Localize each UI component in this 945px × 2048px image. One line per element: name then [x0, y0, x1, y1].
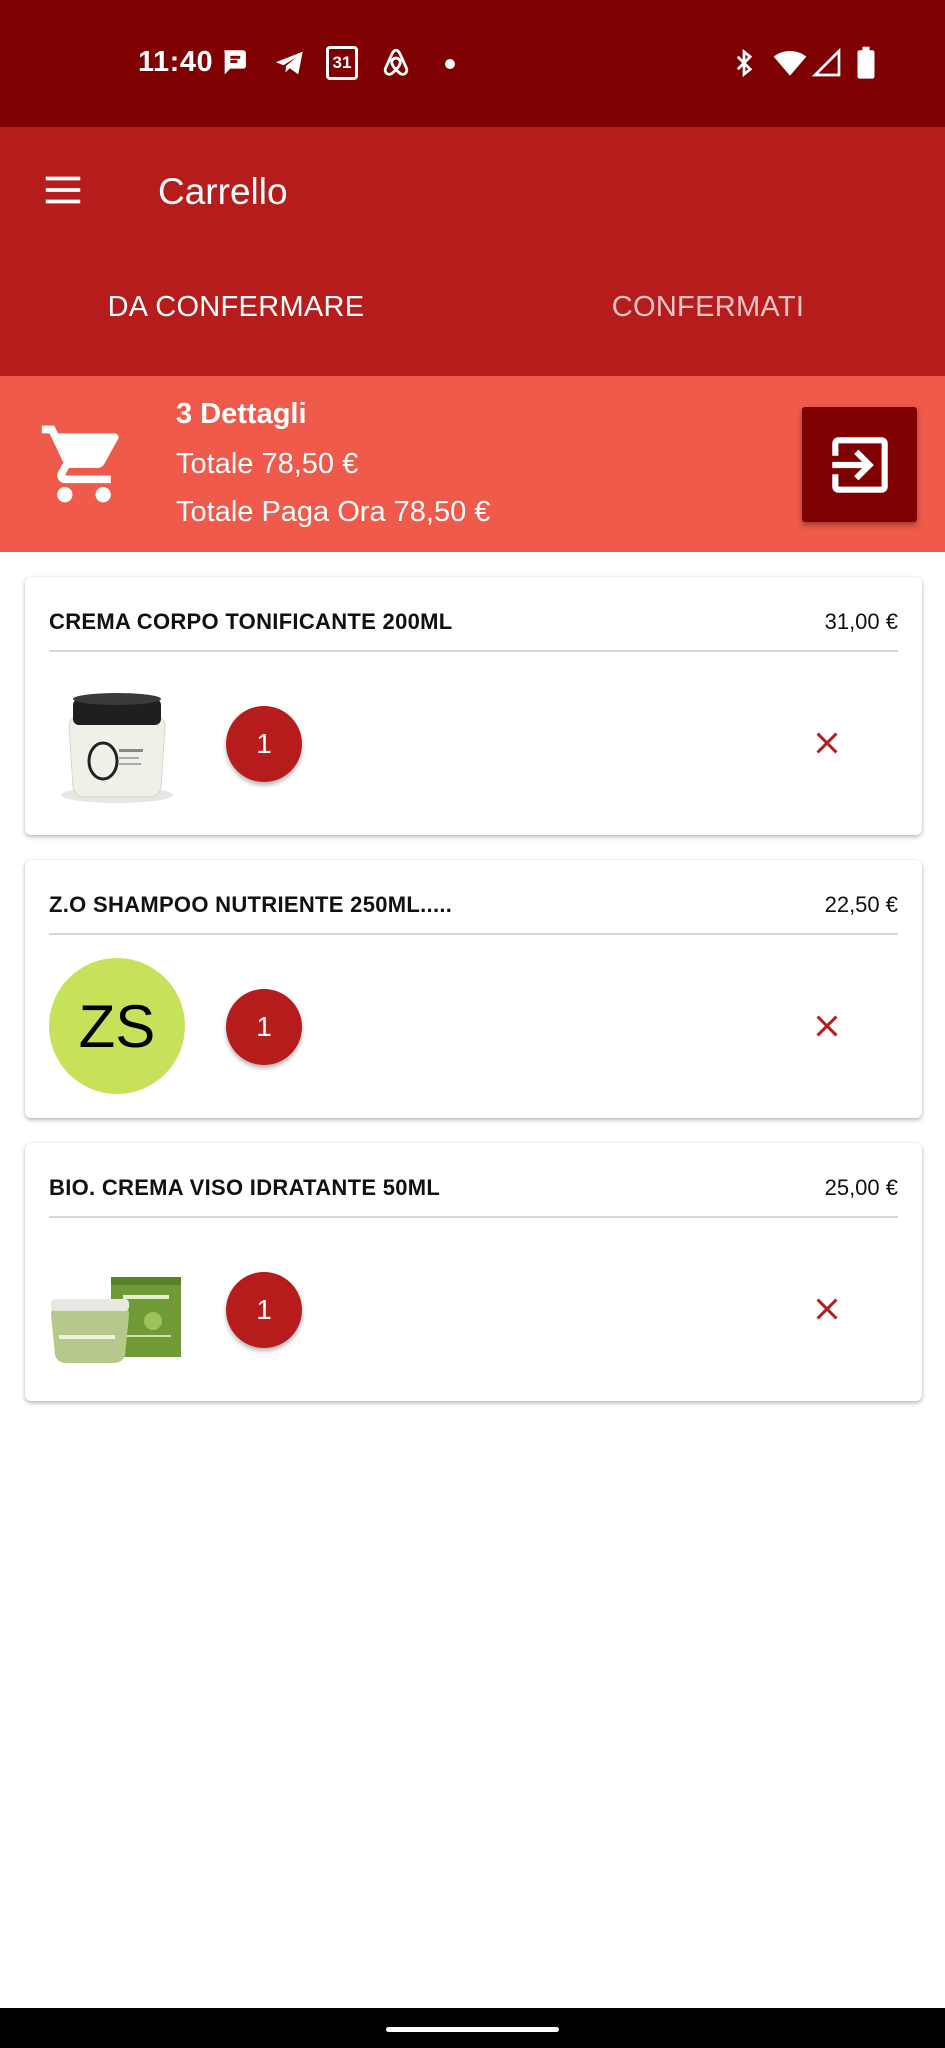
- close-icon[interactable]: [809, 725, 845, 761]
- tab-confermati[interactable]: CONFERMATI: [472, 291, 944, 351]
- initials-avatar: ZS: [49, 958, 185, 1094]
- product-name: CREMA CORPO TONIFICANTE 200ML: [49, 609, 453, 634]
- shopping-cart-icon: [41, 425, 119, 503]
- cart-total: Totale 78,50 €: [176, 448, 359, 480]
- quantity-badge[interactable]: 1: [226, 989, 302, 1065]
- signal-icon: [811, 47, 841, 77]
- tab-label: CONFERMATI: [611, 291, 805, 323]
- exit-to-app-icon: [831, 436, 888, 493]
- status-time: 11:40: [138, 46, 214, 78]
- app-bar: Carrello DA CONFERMARE CONFERMATI: [0, 127, 945, 376]
- airbnb-icon: [383, 48, 409, 76]
- product-thumbnail: [51, 1277, 181, 1363]
- product-price: 31,00 €: [824, 609, 898, 634]
- product-name: BIO. CREMA VISO IDRATANTE 50ML: [49, 1175, 441, 1200]
- page-title: Carrello: [158, 171, 288, 212]
- battery-icon: [857, 46, 875, 79]
- quantity-badge[interactable]: 1: [226, 706, 302, 782]
- pay-now-total: Totale Paga Ora 78,50 €: [176, 496, 491, 528]
- cart-item-card: CREMA CORPO TONIFICANTE 200ML 31,00 € 1: [25, 577, 922, 835]
- quantity-badge[interactable]: 1: [226, 1272, 302, 1348]
- divider: [49, 933, 898, 935]
- telegram-icon: [275, 51, 303, 75]
- status-bar: 11:40 31: [0, 0, 945, 127]
- home-gesture-handle[interactable]: [386, 2027, 559, 2032]
- close-icon[interactable]: [809, 1008, 845, 1044]
- close-icon[interactable]: [809, 1291, 845, 1327]
- tab-label: DA CONFERMARE: [107, 291, 365, 323]
- product-price: 25,00 €: [824, 1175, 898, 1200]
- details-count: 3 Dettagli: [176, 398, 307, 430]
- product-price: 22,50 €: [824, 892, 898, 917]
- divider: [49, 1216, 898, 1218]
- cart-summary: 3 Dettagli Totale 78,50 € Totale Paga Or…: [0, 376, 945, 552]
- tab-da-confermare[interactable]: DA CONFERMARE: [0, 291, 472, 351]
- bluetooth-icon: [736, 48, 753, 78]
- hamburger-menu-icon[interactable]: [40, 167, 86, 213]
- calendar-icon: 31: [326, 46, 358, 80]
- messages-icon: [224, 50, 246, 75]
- cart-item-card: Z.O SHAMPOO NUTRIENTE 250ML..... 22,50 €…: [25, 860, 922, 1118]
- notification-dot-icon: [445, 59, 455, 69]
- checkout-button[interactable]: [802, 407, 917, 522]
- product-thumbnail: [61, 693, 173, 803]
- wifi-icon: [773, 50, 807, 76]
- product-name: Z.O SHAMPOO NUTRIENTE 250ML.....: [49, 892, 453, 917]
- divider: [49, 650, 898, 652]
- product-thumbnail: ZS: [49, 958, 185, 1094]
- system-nav-bar: [0, 2008, 945, 2048]
- cart-item-card: BIO. CREMA VISO IDRATANTE 50ML 25,00 € 1: [25, 1143, 922, 1401]
